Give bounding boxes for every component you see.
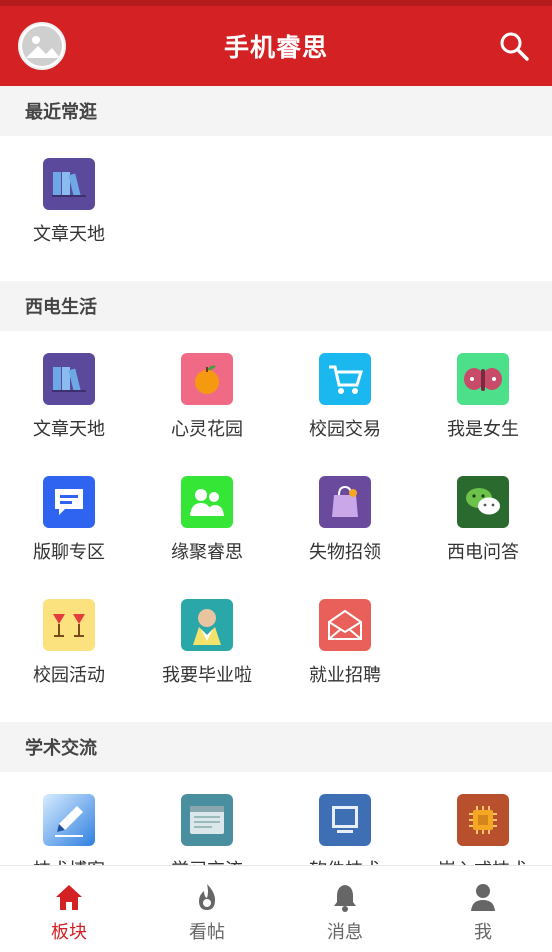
monitor-icon (319, 794, 371, 846)
forum-item-label: 校园交易 (309, 419, 381, 440)
cheers-icon (43, 599, 95, 651)
bottom-tab-bar: 板块 看帖 消息 我 (0, 865, 552, 952)
forum-item-jobs[interactable]: 就业招聘 (276, 599, 414, 722)
forum-item-articles[interactable]: 文章天地 (0, 353, 138, 476)
section-grid-life: 文章天地 心灵花园 校园交易 我是女生 版聊专区 缘聚睿思 失物招领 西电问答 … (0, 331, 552, 722)
graduate-icon (181, 599, 233, 651)
tab-me[interactable]: 我 (414, 866, 552, 952)
envelope-icon (319, 599, 371, 651)
pencil-icon (43, 794, 95, 846)
apple-icon (181, 353, 233, 405)
forum-item-label: 西电问答 (447, 542, 519, 563)
tab-label: 消息 (327, 922, 363, 943)
forum-item-lost-found[interactable]: 失物招领 (276, 476, 414, 599)
forum-item-label: 校园活动 (33, 665, 105, 686)
forum-item-qa[interactable]: 西电问答 (414, 476, 552, 599)
forum-item-meet[interactable]: 缘聚睿思 (138, 476, 276, 599)
bell-icon (334, 885, 356, 912)
tab-posts[interactable]: 看帖 (138, 866, 276, 952)
chat-bubble-icon (43, 476, 95, 528)
section-title-life: 西电生活 (0, 281, 552, 331)
tab-label: 我 (474, 922, 492, 943)
section-grid-recent: 文章天地 (0, 136, 552, 281)
tab-messages[interactable]: 消息 (276, 866, 414, 952)
books-icon (43, 353, 95, 405)
forum-item-articles[interactable]: 文章天地 (0, 158, 138, 281)
forum-item-activities[interactable]: 校园活动 (0, 599, 138, 722)
tab-label: 板块 (51, 922, 87, 943)
chip-icon (457, 794, 509, 846)
app-bar: 手机睿思 (0, 6, 552, 86)
avatar[interactable] (18, 22, 66, 70)
section-title-academic: 学术交流 (0, 722, 552, 772)
forum-item-label: 缘聚睿思 (171, 542, 243, 563)
app-title: 手机睿思 (223, 33, 328, 62)
section-title-recent: 最近常逛 (0, 86, 552, 136)
forum-item-label: 文章天地 (33, 419, 105, 440)
forum-item-graduate[interactable]: 我要毕业啦 (138, 599, 276, 722)
books-icon (43, 158, 95, 210)
window-icon (181, 794, 233, 846)
forum-item-label: 版聊专区 (33, 542, 105, 563)
butterfly-icon (457, 353, 509, 405)
wechat-icon (457, 476, 509, 528)
search-icon[interactable] (498, 30, 530, 62)
home-icon (56, 885, 82, 910)
avatar-placeholder-icon (22, 26, 62, 66)
forum-item-chat[interactable]: 版聊专区 (0, 476, 138, 599)
forum-item-label: 失物招领 (309, 542, 381, 563)
forum-item-trade[interactable]: 校园交易 (276, 353, 414, 476)
forum-item-label: 文章天地 (33, 224, 105, 245)
forum-item-label: 就业招聘 (309, 665, 381, 686)
cart-icon (319, 353, 371, 405)
bag-icon (319, 476, 371, 528)
forum-item-girls[interactable]: 我是女生 (414, 353, 552, 476)
tab-label: 看帖 (189, 922, 225, 943)
forum-item-garden[interactable]: 心灵花园 (138, 353, 276, 476)
person-icon (471, 884, 495, 911)
tab-boards[interactable]: 板块 (0, 866, 138, 952)
forum-item-label: 心灵花园 (171, 419, 243, 440)
forum-item-label: 我是女生 (447, 419, 519, 440)
flame-icon (199, 884, 215, 910)
people-icon (181, 476, 233, 528)
forum-item-label: 我要毕业啦 (162, 665, 252, 686)
